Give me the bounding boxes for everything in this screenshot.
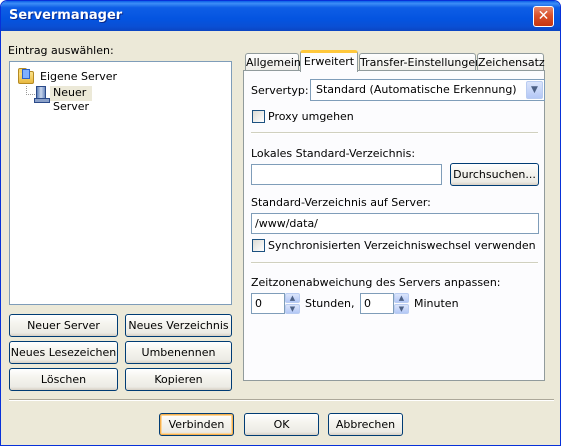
separator bbox=[251, 262, 538, 264]
window-title: Servermanager bbox=[9, 8, 123, 23]
hours-label: Stunden, bbox=[305, 297, 355, 310]
minutes-label: Minuten bbox=[414, 297, 459, 310]
timezone-label: Zeitzonenabweichung des Servers anpassen… bbox=[251, 276, 501, 289]
spin-up-icon[interactable]: ▲ bbox=[285, 293, 300, 303]
servertype-select[interactable]: Standard (Automatische Erkennung) ▼ bbox=[310, 79, 545, 101]
footer-separator bbox=[9, 399, 554, 401]
ok-button[interactable]: OK bbox=[244, 413, 319, 436]
delete-button[interactable]: Löschen bbox=[9, 368, 118, 391]
close-button[interactable]: ✕ bbox=[533, 6, 554, 27]
separator bbox=[251, 132, 538, 134]
bypass-proxy-label: Proxy umgehen bbox=[268, 110, 354, 123]
copy-button[interactable]: Kopieren bbox=[125, 368, 232, 391]
select-entry-label: Eintrag auswählen: bbox=[8, 44, 114, 57]
cancel-button[interactable]: Abbrechen bbox=[328, 413, 403, 436]
bypass-proxy-checkbox[interactable] bbox=[252, 110, 265, 123]
new-bookmark-button[interactable]: Neues Lesezeichen bbox=[9, 341, 118, 364]
sync-browsing-checkbox[interactable] bbox=[252, 239, 265, 252]
servertype-value: Standard (Automatische Erkennung) bbox=[316, 83, 517, 96]
rename-button[interactable]: Umbenennen bbox=[125, 341, 232, 364]
local-dir-input[interactable] bbox=[251, 164, 442, 185]
servermanager-window: Servermanager ✕ Eintrag auswählen: Eigen… bbox=[0, 0, 561, 446]
local-dir-label: Lokales Standard-Verzeichnis: bbox=[251, 147, 416, 160]
close-icon: ✕ bbox=[537, 8, 550, 24]
servertype-label: Servertyp: bbox=[251, 84, 309, 97]
spin-up-icon[interactable]: ▲ bbox=[394, 293, 409, 303]
hours-input[interactable]: 0 bbox=[251, 293, 285, 314]
sync-browsing-label: Synchronisierten Verzeichniswechsel verw… bbox=[268, 239, 536, 252]
new-server-button[interactable]: Neuer Server bbox=[9, 314, 118, 337]
chevron-down-icon[interactable]: ▼ bbox=[526, 81, 543, 99]
spin-down-icon[interactable]: ▼ bbox=[394, 304, 409, 314]
tab-advanced[interactable]: Erweitert bbox=[300, 50, 358, 72]
folder-icon bbox=[18, 68, 34, 84]
server-icon bbox=[34, 86, 50, 103]
title-bar[interactable]: Servermanager ✕ bbox=[1, 1, 560, 31]
spin-down-icon[interactable]: ▼ bbox=[285, 304, 300, 314]
server-tree[interactable]: Eigene Server Neuer Server bbox=[9, 61, 232, 305]
connect-button[interactable]: Verbinden bbox=[159, 413, 234, 436]
minutes-input[interactable]: 0 bbox=[360, 293, 394, 314]
new-folder-button[interactable]: Neues Verzeichnis bbox=[125, 314, 232, 337]
hours-spinner[interactable]: ▲ ▼ bbox=[285, 293, 300, 314]
remote-dir-input[interactable]: /www/data/ bbox=[251, 213, 539, 234]
tree-root-label: Eigene Server bbox=[40, 70, 118, 83]
tree-connector bbox=[26, 94, 35, 95]
browse-button[interactable]: Durchsuchen... bbox=[450, 163, 539, 186]
minutes-spinner[interactable]: ▲ ▼ bbox=[394, 293, 409, 314]
tree-child-label: Neuer Server bbox=[50, 86, 93, 113]
remote-dir-label: Standard-Verzeichnis auf Server: bbox=[251, 196, 431, 209]
